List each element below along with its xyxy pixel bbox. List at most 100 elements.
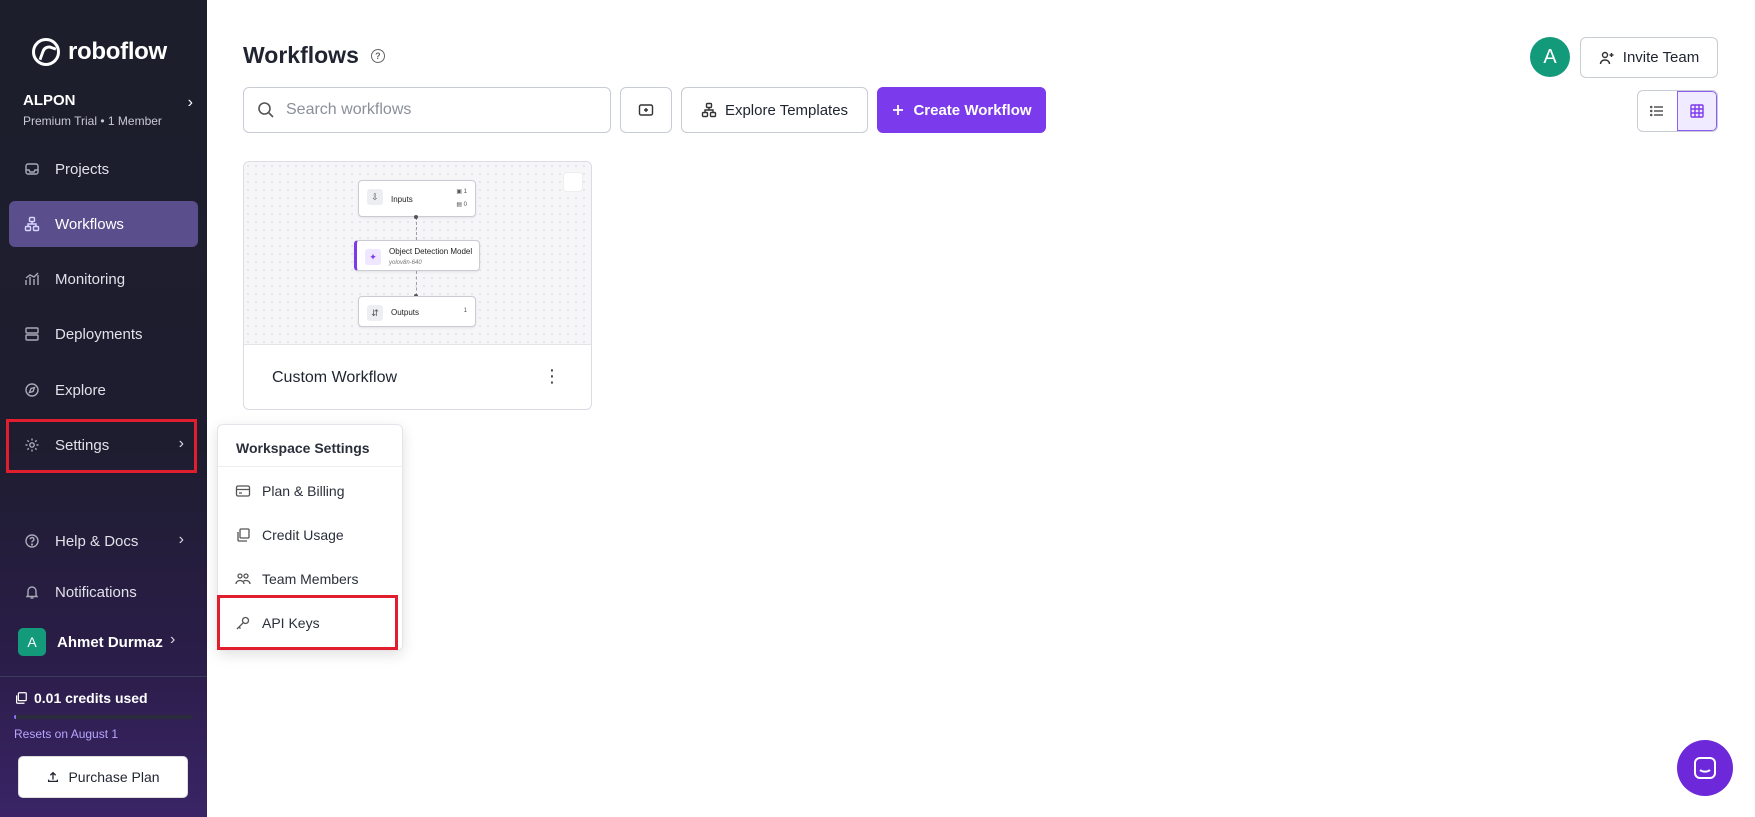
menu-item-credit-usage[interactable]: Credit Usage	[218, 515, 404, 555]
connector-line	[416, 271, 417, 296]
node-object-detection: ✦ Object Detection Model yolov8n-640	[354, 240, 480, 271]
search-box[interactable]	[243, 87, 611, 133]
header-avatar[interactable]: A	[1530, 37, 1570, 77]
more-vertical-icon[interactable]: ⋮	[543, 367, 561, 385]
separator-dot: •	[100, 114, 108, 128]
sidebar-item-help[interactable]: Help & Docs ›	[9, 518, 198, 564]
user-avatar[interactable]: A	[18, 628, 46, 656]
user-name[interactable]: Ahmet Durmaz	[57, 634, 163, 651]
create-workflow-button[interactable]: Create Workflow	[877, 87, 1046, 133]
purchase-plan-label: Purchase Plan	[68, 769, 160, 785]
download-icon: ⇩	[367, 189, 383, 205]
sidebar-item-notifications[interactable]: Notifications	[9, 569, 198, 615]
chart-icon	[25, 272, 39, 285]
node-inputs: ⇩ Inputs ▣ 1 ▤ 0	[358, 180, 476, 217]
search-input[interactable]	[286, 101, 586, 119]
node-outputs: ⇵ Outputs 1	[358, 296, 476, 327]
node-model-name: yolov8n-640	[389, 260, 422, 266]
page-title: Workflows ?	[243, 42, 385, 69]
sidebar-item-label: Workflows	[55, 215, 124, 233]
grid-view-button[interactable]	[1676, 91, 1717, 131]
server-icon	[25, 327, 39, 341]
create-workflow-label: Create Workflow	[913, 101, 1032, 119]
menu-divider	[218, 466, 404, 467]
menu-item-plan-billing[interactable]: Plan & Billing	[218, 471, 404, 511]
menu-item-label: Plan & Billing	[262, 483, 345, 499]
workflow-preview: ⇩ Inputs ▣ 1 ▤ 0 ✦ Object Detection Mode…	[244, 162, 591, 345]
menu-item-label: Team Members	[262, 571, 359, 587]
chevron-right-icon: ›	[170, 631, 176, 648]
explore-templates-label: Explore Templates	[724, 101, 849, 119]
search-icon	[258, 102, 274, 118]
sidebar-item-projects[interactable]: Projects	[9, 146, 198, 192]
brand-logo[interactable]: roboflow	[32, 38, 167, 66]
workflow-card-title: Custom Workflow	[272, 369, 398, 386]
sidebar-item-deployments[interactable]: Deployments	[9, 311, 198, 357]
menu-item-label: API Keys	[262, 615, 320, 631]
explore-templates-button[interactable]: Explore Templates	[681, 87, 868, 133]
brand-name: roboflow	[68, 38, 167, 65]
chat-launcher-button[interactable]	[1677, 740, 1733, 796]
workspace-meta: Premium Trial • 1 Member	[23, 114, 193, 128]
menu-item-team-members[interactable]: Team Members	[218, 559, 404, 599]
chevron-right-icon: ›	[178, 435, 184, 452]
node-count-output: 1	[463, 308, 467, 314]
sidebar-divider	[0, 676, 207, 677]
app-root: roboflow ALPON Premium Trial • 1 Member …	[0, 0, 1755, 817]
credits-reset-date: Resets on August 1	[14, 727, 119, 741]
help-circle-icon	[25, 534, 39, 548]
chevron-right-icon: ›	[178, 531, 184, 548]
connector-dot	[414, 215, 418, 219]
gear-icon	[25, 438, 39, 452]
sidebar-item-settings[interactable]: Settings ›	[9, 422, 198, 468]
users-icon	[235, 573, 251, 585]
plus-icon	[893, 105, 904, 115]
page-title-text: Workflows	[243, 42, 359, 68]
workflow-card[interactable]: ⇩ Inputs ▣ 1 ▤ 0 ✦ Object Detection Mode…	[243, 161, 592, 410]
purchase-plan-button[interactable]: Purchase Plan	[18, 756, 188, 798]
sidebar-item-monitoring[interactable]: Monitoring	[9, 256, 198, 302]
list-view-button[interactable]	[1638, 91, 1677, 131]
inbox-icon	[25, 163, 39, 175]
credits-used-label: 0.01 credits used	[34, 690, 148, 706]
new-folder-button[interactable]	[620, 87, 672, 133]
invite-team-button[interactable]: Invite Team	[1580, 37, 1718, 78]
workspace-name: ALPON	[23, 92, 76, 109]
menu-item-api-keys[interactable]: API Keys	[218, 603, 404, 643]
upload-icon	[48, 771, 59, 783]
menu-header: Workspace Settings	[236, 440, 370, 456]
sidebar-item-workflows[interactable]: Workflows	[9, 201, 198, 247]
grid-icon	[1690, 104, 1704, 118]
sidebar-item-label: Settings	[55, 436, 110, 454]
sidebar-item-label: Explore	[55, 381, 106, 399]
sidebar-item-label: Deployments	[55, 325, 143, 343]
help-icon[interactable]: ?	[370, 48, 385, 63]
workflow-icon	[24, 216, 40, 232]
workspace-switcher[interactable]: ALPON Premium Trial • 1 Member ›	[23, 92, 193, 128]
card-select-checkbox[interactable]	[563, 172, 583, 192]
invite-team-label: Invite Team	[1622, 49, 1700, 66]
workspace-settings-menu: Workspace Settings Plan & Billing Credit…	[217, 424, 404, 651]
sidebar-item-label: Notifications	[55, 583, 137, 601]
workflow-icon	[701, 102, 717, 118]
node-count-image-value: 1	[463, 189, 467, 195]
roboflow-logo-icon	[32, 38, 60, 66]
sidebar-item-label: Monitoring	[55, 270, 126, 288]
credits-progress-fill	[14, 715, 16, 719]
sidebar-item-label: Projects	[55, 160, 110, 178]
connector-line	[416, 217, 417, 240]
key-icon	[236, 616, 250, 630]
compass-icon	[25, 383, 39, 397]
list-icon	[1650, 105, 1664, 117]
sidebar-item-explore[interactable]: Explore	[9, 367, 198, 413]
bell-icon	[25, 586, 39, 599]
node-count-image: ▣ 1	[456, 189, 467, 195]
chat-icon	[1694, 757, 1716, 779]
node-label: Object Detection Model	[389, 247, 473, 256]
credits-progress-bar	[14, 715, 193, 719]
menu-item-label: Credit Usage	[262, 527, 344, 543]
folder-plus-icon	[638, 104, 654, 116]
credits-used: 0.01 credits used	[14, 690, 148, 706]
credits-stack-icon	[16, 692, 27, 704]
node-label: Inputs	[391, 195, 413, 204]
